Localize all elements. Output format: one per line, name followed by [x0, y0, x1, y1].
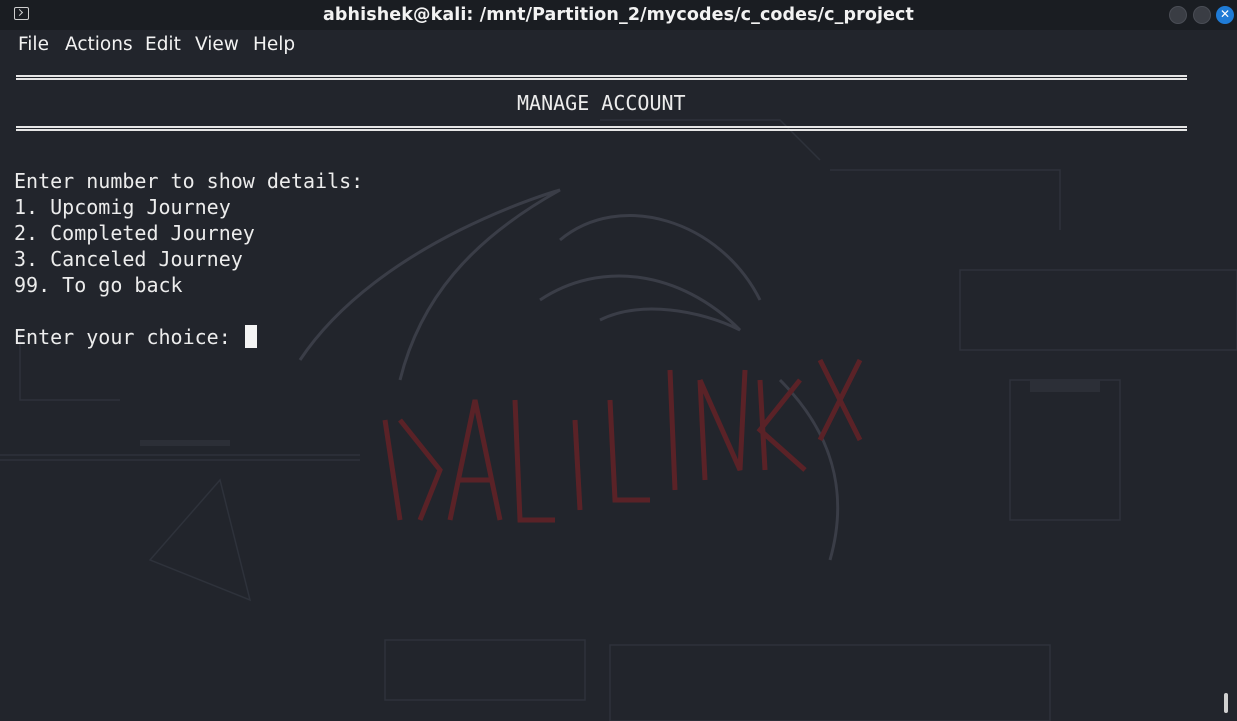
- close-icon[interactable]: ✕: [1216, 6, 1234, 24]
- option-go-back: 99. To go back: [14, 273, 183, 297]
- menu-bar: File Actions Edit View Help: [0, 30, 1237, 60]
- option-upcoming: 1. Upcomig Journey: [14, 195, 231, 219]
- scrollbar[interactable]: [1224, 693, 1228, 713]
- menu-view[interactable]: View: [195, 34, 239, 55]
- prompt-intro: Enter number to show details:: [14, 169, 364, 193]
- menu-help[interactable]: Help: [253, 34, 295, 55]
- terminal-output[interactable]: MANAGE ACCOUNT Enter number to show deta…: [0, 60, 1225, 721]
- maximize-icon[interactable]: [1193, 6, 1211, 24]
- input-prompt: Enter your choice:: [14, 325, 243, 349]
- screen-header: MANAGE ACCOUNT: [517, 91, 686, 115]
- title-bar[interactable]: abhishek@kali: /mnt/Partition_2/mycodes/…: [0, 0, 1237, 30]
- header-bottom-rule: [16, 126, 1187, 131]
- menu-file[interactable]: File: [18, 34, 49, 55]
- option-canceled: 3. Canceled Journey: [14, 247, 243, 271]
- text-cursor: [244, 325, 257, 348]
- option-completed: 2. Completed Journey: [14, 221, 255, 245]
- menu-edit[interactable]: Edit: [145, 34, 181, 55]
- menu-actions[interactable]: Actions: [65, 34, 133, 55]
- window-title: abhishek@kali: /mnt/Partition_2/mycodes/…: [323, 5, 914, 25]
- header-top-rule: [16, 75, 1187, 80]
- input-line[interactable]: Enter your choice:: [14, 325, 257, 349]
- minimize-icon[interactable]: [1169, 6, 1187, 24]
- terminal-window: abhishek@kali: /mnt/Partition_2/mycodes/…: [0, 0, 1237, 721]
